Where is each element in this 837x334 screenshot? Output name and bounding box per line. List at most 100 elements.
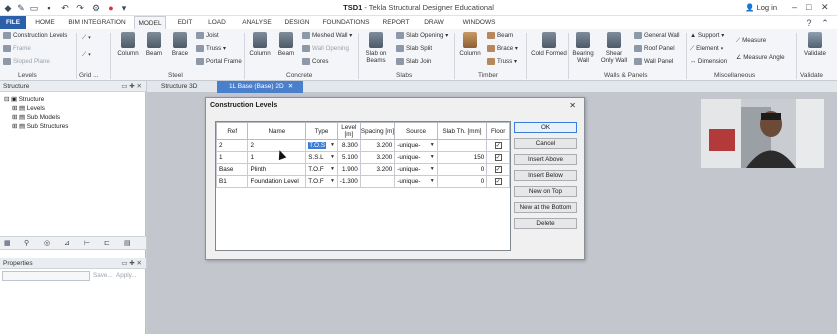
timber-brace-button[interactable]: Brace ▾ — [487, 45, 518, 52]
cell-type[interactable]: T.O.F ▼ — [305, 163, 338, 176]
validate-button[interactable]: Validate — [800, 32, 830, 57]
tree-item-sub-models[interactable]: ⊞ ▤ Sub Models — [4, 113, 68, 122]
joist-button[interactable]: Joist — [196, 32, 219, 39]
measure-button[interactable]: ⟋ Measure — [736, 37, 766, 45]
doc-tab-base-2d[interactable]: 1L Base (Base) 2D ✕ — [217, 81, 303, 93]
doc-tab-structure-3d[interactable]: Structure 3D — [149, 81, 215, 93]
report-icon[interactable]: ⊏ — [104, 240, 112, 248]
cell-name[interactable]: Foundation Level — [247, 175, 307, 188]
tab-analyse[interactable]: ANALYSE — [240, 16, 274, 29]
delete-button[interactable]: Delete — [514, 218, 577, 229]
cell-spacing[interactable] — [359, 175, 396, 188]
cell-level[interactable]: 1.900 — [336, 163, 361, 176]
steel-column-button[interactable]: Column — [116, 32, 140, 57]
wall-panel-button[interactable]: Wall Panel — [634, 58, 673, 65]
table-row[interactable]: 2 2 T.O.S ▼ 8.300 3.200 -unique- ▼ ✓ — [215, 139, 510, 152]
chevron-down-icon[interactable]: ▼ — [330, 154, 335, 160]
groups-icon[interactable]: ◎ — [44, 240, 52, 248]
cell-source[interactable]: -unique- ▼ — [394, 151, 438, 164]
element-button[interactable]: ⟋ Element ▾ — [690, 45, 724, 53]
maximize-icon[interactable]: □ — [806, 2, 811, 12]
tab-design[interactable]: DESIGN — [282, 16, 312, 29]
bearing-wall-button[interactable]: Bearing Wall — [570, 32, 596, 64]
cell-ref[interactable]: B1 — [215, 175, 249, 188]
cell-type-value[interactable]: T.O.S — [308, 142, 327, 149]
chevron-down-icon[interactable]: ▼ — [430, 178, 435, 184]
cell-source[interactable]: -unique- ▼ — [394, 139, 438, 152]
general-wall-button[interactable]: General Wall — [634, 32, 680, 39]
timber-beam-button[interactable]: Beam — [487, 32, 513, 39]
properties-save-link[interactable]: Save... — [93, 272, 113, 279]
cell-floor[interactable]: ✓ — [486, 163, 510, 176]
tab-file[interactable]: FILE — [0, 16, 26, 29]
wall-opening-button[interactable]: Wall Opening — [302, 45, 349, 52]
table-row[interactable]: B1 Foundation Level T.O.F ▼ -1.300 -uniqu… — [215, 175, 510, 188]
tree-item-structure[interactable]: ⊟ ▣ Structure — [4, 95, 68, 104]
help-icon[interactable]: ? — [804, 18, 814, 28]
cell-level[interactable]: 8.300 — [336, 139, 361, 152]
floor-checkbox[interactable]: ✓ — [494, 178, 502, 185]
cancel-button[interactable]: Cancel — [514, 138, 577, 149]
cores-button[interactable]: Cores — [302, 58, 329, 65]
design-icon[interactable]: ⊢ — [84, 240, 92, 248]
measure-angle-button[interactable]: ∠ Measure Angle — [736, 54, 785, 61]
cell-type[interactable]: S.S.L ▼ — [305, 151, 338, 164]
cell-ref[interactable]: 1 — [215, 151, 249, 164]
table-row[interactable]: 1 1 S.S.L ▼ 5.100 3.200 -unique- ▼ 150 ✓ — [215, 151, 510, 164]
slab-split-button[interactable]: Slab Split — [396, 45, 432, 52]
tree-item-levels[interactable]: ⊞ ▤ Levels — [4, 104, 68, 113]
tab-bim-integration[interactable]: BIM INTEGRATION — [64, 16, 130, 29]
grid-line-button[interactable]: ⟋ ▾ — [82, 34, 91, 42]
chevron-down-icon[interactable]: ▼ — [430, 166, 435, 172]
shear-only-wall-button[interactable]: Shear Only Wall — [598, 32, 630, 64]
cell-name[interactable]: Plinth — [247, 163, 307, 176]
slab-join-button[interactable]: Slab Join — [396, 58, 431, 65]
chevron-down-icon[interactable]: ▼ — [330, 142, 335, 148]
tree-item-sub-structures[interactable]: ⊞ ▤ Sub Structures — [4, 122, 68, 131]
close-window-icon[interactable]: ✕ — [821, 2, 829, 13]
steel-beam-button[interactable]: Beam — [142, 32, 166, 57]
cell-slab[interactable] — [436, 139, 488, 152]
cell-slab[interactable]: 0 — [436, 163, 488, 176]
cell-name[interactable]: 2 — [247, 139, 307, 152]
cell-source[interactable]: -unique- ▼ — [394, 163, 438, 176]
cell-spacing[interactable]: 3.200 — [359, 151, 396, 164]
cell-ref[interactable]: 2 — [215, 139, 249, 152]
slab-on-beams-button[interactable]: Slab on Beams — [362, 32, 390, 64]
cell-floor[interactable]: ✓ — [486, 151, 510, 164]
cell-source[interactable]: -unique- ▼ — [394, 175, 438, 188]
cell-level[interactable]: 5.100 — [336, 151, 361, 164]
support-button[interactable]: ▲ Support ▾ — [690, 32, 724, 39]
floor-checkbox[interactable]: ✓ — [494, 166, 502, 173]
ok-button[interactable]: OK — [514, 122, 577, 133]
table-row[interactable]: Base Plinth T.O.F ▼ 1.900 3.200 -unique- ▼… — [215, 163, 510, 176]
insert-below-button[interactable]: Insert Below — [514, 170, 577, 181]
cell-type[interactable]: T.O.F ▼ — [305, 175, 338, 188]
sloped-plane-button[interactable]: Sloped Plane — [3, 58, 50, 65]
floor-checkbox[interactable]: ✓ — [494, 142, 502, 149]
properties-apply-link[interactable]: Apply... — [116, 272, 137, 279]
cell-floor[interactable]: ✓ — [486, 175, 510, 188]
new-at-bottom-button[interactable]: New at the Bottom — [514, 202, 577, 213]
cell-spacing[interactable]: 3.200 — [359, 163, 396, 176]
roof-panel-button[interactable]: Roof Panel — [634, 45, 675, 52]
chevron-down-icon[interactable]: ▼ — [330, 178, 335, 184]
minimize-icon[interactable]: – — [792, 2, 797, 12]
timber-truss-button[interactable]: Truss ▾ — [487, 58, 517, 65]
login-button[interactable]: 👤 Log in — [745, 3, 777, 12]
floor-checkbox[interactable]: ✓ — [494, 154, 502, 161]
meshed-wall-button[interactable]: Meshed Wall ▾ — [302, 32, 352, 39]
tab-load[interactable]: LOAD — [204, 16, 230, 29]
new-on-top-button[interactable]: New on Top — [514, 186, 577, 197]
portal-frame-button[interactable]: Portal Frame — [196, 58, 242, 65]
concrete-column-button[interactable]: Column — [248, 32, 272, 57]
structure-view-icon[interactable]: ▦ — [4, 240, 12, 248]
construction-levels-button[interactable]: Construction Levels — [3, 32, 67, 39]
cell-slab[interactable]: 0 — [436, 175, 488, 188]
tab-report[interactable]: REPORT — [380, 16, 412, 29]
cell-type[interactable]: T.O.S ▼ — [305, 139, 338, 152]
close-tab-icon[interactable]: ✕ — [288, 83, 293, 90]
insert-above-button[interactable]: Insert Above — [514, 154, 577, 165]
cell-slab[interactable]: 150 — [436, 151, 488, 164]
dimension-button[interactable]: ↔ Dimension — [690, 58, 727, 65]
